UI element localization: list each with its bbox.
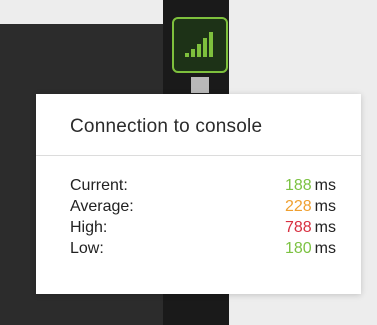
stat-value-group: 788 ms xyxy=(285,219,336,237)
stat-label: Average: xyxy=(70,198,134,215)
stat-unit: ms xyxy=(314,177,336,194)
stat-row-low: Low: 180 ms xyxy=(70,240,336,261)
connection-status-button[interactable] xyxy=(172,17,228,73)
stat-value: 188 xyxy=(284,177,312,194)
stat-unit: ms xyxy=(314,198,336,215)
stat-row-high: High: 788 ms xyxy=(70,219,336,240)
stat-value: 180 xyxy=(284,240,312,257)
stat-row-current: Current: 188 ms xyxy=(70,177,336,198)
signal-strength-icon xyxy=(185,32,213,57)
stat-row-average: Average: 228 ms xyxy=(70,198,336,219)
stat-label: High: xyxy=(70,219,108,236)
popover-title: Connection to console xyxy=(70,116,263,137)
popover-arrow xyxy=(191,77,209,93)
stat-unit: ms xyxy=(314,219,336,236)
stat-value-group: 228 ms xyxy=(285,198,336,216)
stat-unit: ms xyxy=(314,240,336,257)
screen: Connection to console Current: 188 ms Av… xyxy=(0,0,377,325)
connection-popover: Connection to console Current: 188 ms Av… xyxy=(36,94,361,294)
latency-stats: Current: 188 ms Average: 228 ms High: 78… xyxy=(70,177,336,261)
stat-value: 228 xyxy=(284,198,312,215)
divider xyxy=(36,155,361,156)
stat-value-group: 188 ms xyxy=(285,177,336,195)
stat-label: Low: xyxy=(70,240,104,257)
stat-value: 788 xyxy=(284,219,312,236)
stat-value-group: 180 ms xyxy=(285,240,336,258)
stat-label: Current: xyxy=(70,177,128,194)
